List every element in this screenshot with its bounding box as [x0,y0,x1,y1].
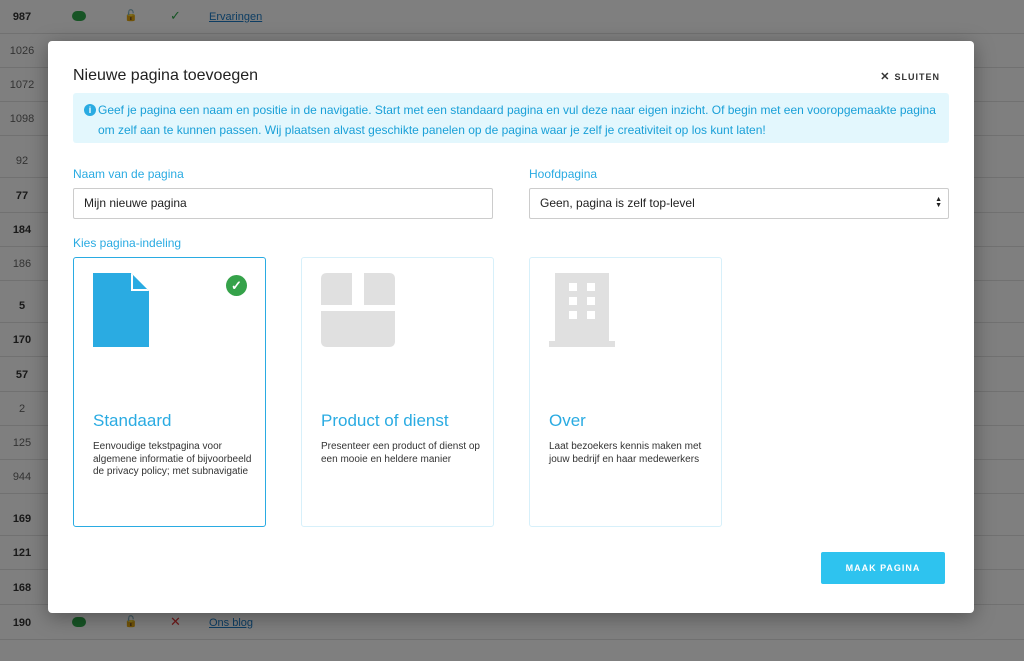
close-icon: ✕ [880,71,891,83]
create-page-button[interactable]: MAAK PAGINA [821,552,945,584]
card-title: Product of dienst [321,411,449,430]
card-description: Presenteer een product of dienst op een … [321,441,480,465]
selected-check-icon: ✓ [226,275,247,296]
new-page-dialog: Nieuwe pagina toevoegen ✕ SLUITEN i Geef… [48,41,974,613]
info-message: i Geef je pagina een naam en positie in … [73,93,949,143]
card-title: Over [549,411,586,430]
layout-label: Kies pagina-indeling [73,236,182,250]
close-button[interactable]: ✕ SLUITEN [880,70,940,83]
card-description: Laat bezoekers kennis maken met jouw bed… [549,441,702,465]
info-text: Geef je pagina een naam en positie in de… [98,103,936,137]
document-icon [93,273,149,347]
layout-card-about[interactable]: Over Laat bezoekers kennis maken met jou… [529,257,722,527]
card-description: Eenvoudige tekstpagina voor algemene inf… [93,441,252,477]
layout-card-product[interactable]: Product of dienst Presenteer een product… [301,257,494,527]
select-arrows-icon: ▲ ▼ [935,196,942,209]
close-label: SLUITEN [894,71,940,82]
parent-page-label: Hoofdpagina [529,167,598,181]
page-name-label: Naam van de pagina [73,167,184,181]
parent-page-select[interactable]: Geen, pagina is zelf top-level ▲ ▼ [529,188,949,219]
layout-card-standard[interactable]: ✓ Standaard Eenvoudige tekstpagina voor … [73,257,266,527]
dialog-title: Nieuwe pagina toevoegen [73,67,259,84]
box-icon [321,273,395,347]
building-icon [549,273,615,347]
page-name-input[interactable]: Mijn nieuwe pagina [73,188,493,219]
parent-page-value: Geen, pagina is zelf top-level [540,196,695,210]
info-icon: i [84,104,96,116]
card-title: Standaard [93,411,172,430]
